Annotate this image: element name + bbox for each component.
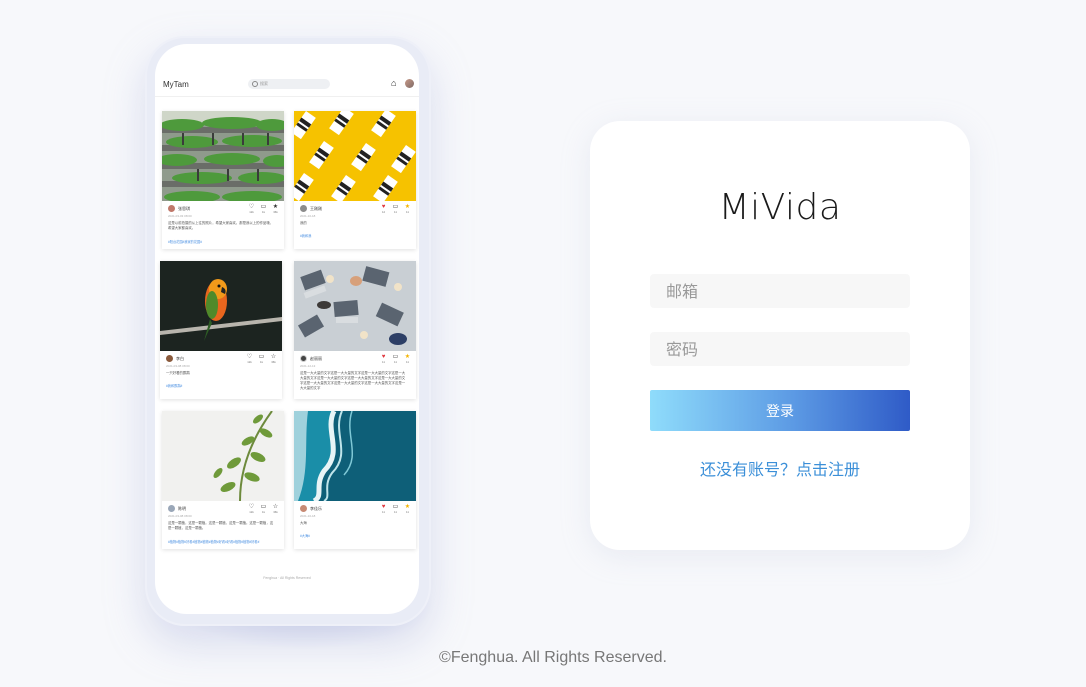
post-tags[interactable]: #我和鹦鹉# [166, 383, 278, 388]
favorite-button[interactable]: ★ 11 [403, 354, 412, 364]
author-avatar[interactable] [300, 505, 307, 512]
post-tags[interactable]: #我和我 [300, 233, 412, 238]
post-time: 2021-10-18 [300, 514, 316, 518]
post-time: 2021-12-13 [300, 364, 316, 368]
password-field[interactable] [650, 332, 910, 366]
author-name[interactable]: 李白 [176, 356, 184, 362]
card-actions: ♡ 12k ▭ 1k ★ 36k [247, 204, 280, 214]
card-actions: ♥ 11 ▭ 11 ★ 11 [379, 504, 412, 514]
author-avatar[interactable] [168, 505, 175, 512]
author-avatar[interactable] [166, 355, 173, 362]
register-link[interactable]: 还没有账号？点击注册 [590, 456, 970, 480]
post-time: 2021-03-08 08:00 [168, 514, 192, 518]
card-actions: ♥ 12 ▭ 11 ★ 11 [379, 204, 412, 214]
comment-button[interactable]: ▭ 11 [391, 504, 400, 514]
post-time: 2021-03-03 08:00 [168, 214, 192, 218]
post-time: 2021-10-18 [300, 214, 316, 218]
login-button[interactable]: 登录 [650, 390, 910, 431]
feed-card[interactable]: 张思琪 2021-03-03 08:00 ♡ 12k ▭ 1k ★ 36k 这是以前拍… [162, 111, 284, 249]
author-name[interactable]: 赵丽丽 [310, 356, 322, 362]
post-time: 2021-03-08 08:00 [166, 364, 190, 368]
comment-button[interactable]: ▭ 11 [391, 204, 400, 214]
author-name[interactable]: 陈明 [178, 506, 186, 512]
author-name[interactable]: 张思琪 [178, 206, 190, 212]
post-text: 我的 [300, 221, 307, 225]
app-brand: MyTam [163, 80, 189, 89]
photo-parrot [160, 261, 282, 351]
app-topbar: MyTam 搜索 ⌂ [155, 74, 419, 97]
app-footer: Fenghua · All Rights Reserved [263, 576, 311, 580]
photo-plant [162, 411, 284, 501]
favorite-button[interactable]: ★ 11 [403, 504, 412, 514]
card-actions: ♡ 12k ▭ 1k ☆ 36k [245, 354, 278, 364]
favorite-button[interactable]: ★ 36k [271, 204, 280, 214]
email-field[interactable] [650, 274, 910, 308]
post-text: 一只好看的鹦鹉 [166, 371, 190, 375]
feed-card[interactable]: 陈明 2021-03-08 08:00 ♡ 12k ▭ 1k ☆ 36k 这是一颗植，… [162, 411, 284, 549]
post-text: 这是以前拍摄的从上往的照片，希望大家喜欢。那是我以上的作品哦，希望大家都喜欢。 [168, 221, 274, 230]
author-name[interactable]: 王刚刚 [310, 206, 322, 212]
post-tags[interactable]: #植物#植物#好看#植物#植物#植物#好看#好看#植物#植物#好看# [168, 539, 280, 544]
post-text: 大海 [300, 521, 307, 525]
photo-green-building [162, 111, 284, 201]
author-avatar[interactable] [168, 205, 175, 212]
post-text: 这是一颗植，这是一颗植。这是一颗植，这是一颗植。这是一颗植，这是一颗植，这是一颗… [168, 521, 274, 530]
like-button[interactable]: ♡ 12k [247, 204, 256, 214]
like-button[interactable]: ♥ 11 [379, 504, 388, 514]
favorite-button[interactable]: ☆ 36k [271, 504, 280, 514]
card-actions: ♡ 12k ▭ 1k ☆ 36k [247, 504, 280, 514]
page-footer: ©Fenghua. All Rights Reserved. [439, 649, 667, 666]
comment-button[interactable]: ▭ 1k [259, 504, 268, 514]
photo-yellow-cartons [294, 111, 416, 201]
phone-screen: MyTam 搜索 ⌂ 张思琪 2021-03-03 08:00 ♡ 12k ▭ … [155, 44, 419, 614]
home-icon[interactable]: ⌂ [391, 79, 396, 88]
post-tags[interactable]: #阳台花园#我家的花园# [168, 239, 280, 244]
photo-ocean [294, 411, 416, 501]
like-button[interactable]: ♡ 12k [245, 354, 254, 364]
author-name[interactable]: 李佳乐 [310, 506, 322, 512]
comment-button[interactable]: ▭ 1k [259, 204, 268, 214]
like-button[interactable]: ♥ 11 [379, 354, 388, 364]
post-tags[interactable]: #大海# [300, 533, 412, 538]
search-icon [252, 81, 258, 87]
like-button[interactable]: ♥ 12 [379, 204, 388, 214]
author-avatar[interactable] [300, 205, 307, 212]
like-button[interactable]: ♡ 12k [247, 504, 256, 514]
login-card: MiVida 登录 还没有账号？点击注册 [590, 121, 970, 550]
feed-card[interactable]: 王刚刚 2021-10-18 ♥ 12 ▭ 11 ★ 11 我的 #我和我 [294, 111, 416, 249]
app-search-input[interactable]: 搜索 [248, 79, 330, 89]
app-logo: MiVida [718, 187, 842, 228]
comment-button[interactable]: ▭ 11 [391, 354, 400, 364]
comment-button[interactable]: ▭ 1k [257, 354, 266, 364]
photo-office-desk [294, 261, 416, 351]
phone-mockup: MyTam 搜索 ⌂ 张思琪 2021-03-03 08:00 ♡ 12k ▭ … [145, 36, 431, 626]
author-avatar[interactable] [300, 355, 307, 362]
post-text: 这是一大大量的文字这是一大大量的文字这是一大大量的文字这是一大大量的文字这是一大… [300, 371, 406, 390]
feed-card[interactable]: 李白 2021-03-08 08:00 ♡ 12k ▭ 1k ☆ 36k 一只好看的鹦… [160, 261, 282, 399]
favorite-button[interactable]: ★ 11 [403, 204, 412, 214]
search-placeholder: 搜索 [260, 81, 268, 86]
feed-card[interactable]: 赵丽丽 2021-12-13 ♥ 11 ▭ 11 ★ 11 这是一大大量的文字这是一大… [294, 261, 416, 399]
card-actions: ♥ 11 ▭ 11 ★ 11 [379, 354, 412, 364]
avatar[interactable] [405, 79, 414, 88]
favorite-button[interactable]: ☆ 36k [269, 354, 278, 364]
feed-card[interactable]: 李佳乐 2021-10-18 ♥ 11 ▭ 11 ★ 11 大海 #大海# [294, 411, 416, 549]
